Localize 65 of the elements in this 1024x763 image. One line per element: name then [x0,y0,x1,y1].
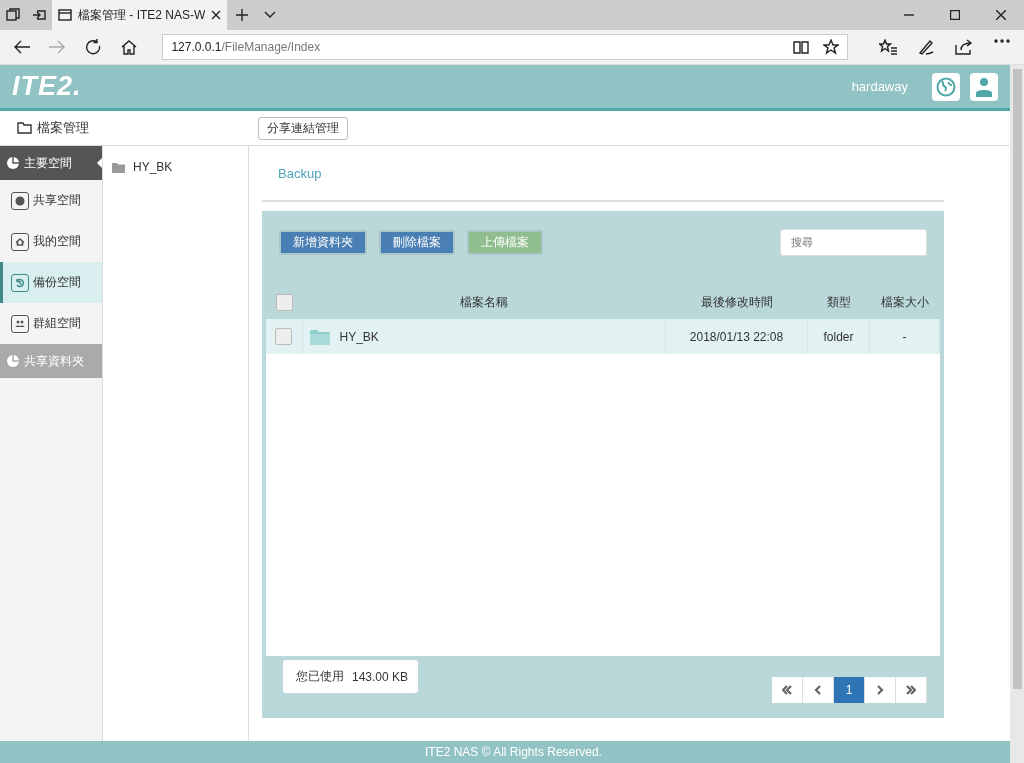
history-icon [11,273,29,292]
folder-icon [309,328,330,345]
maximize-icon[interactable] [950,10,960,20]
action-button[interactable]: 刪除檔案 [379,229,455,255]
plus-icon[interactable] [236,9,249,21]
footer-text: ITE2 NAS © All Rights Reserved. [425,745,602,759]
home-icon[interactable] [120,39,137,55]
sidebar-item[interactable]: 共享空間 [0,180,102,221]
pen-icon[interactable] [918,39,935,55]
first-page-button[interactable] [772,677,803,703]
browser-tab[interactable]: 檔案管理 - ITE2 NAS-W [52,0,228,30]
close-icon[interactable] [211,10,222,20]
usage-value: 143.00 KB [352,669,409,684]
pie-chart-icon [6,156,20,170]
table-row[interactable]: HY_BK 2018/01/13 22:08 folder - [266,319,940,354]
next-page-icon [875,685,885,695]
star-icon[interactable] [823,39,840,55]
column-header: 最後修改時間 [665,286,808,319]
page-title: 檔案管理 [37,119,89,137]
pie-chart-icon [6,354,20,368]
logo: ITE2. [12,71,82,102]
row-checkbox[interactable] [275,328,293,345]
tree-item[interactable]: HY_BK [103,160,248,174]
username: hardaway [851,79,908,94]
set-aside-tabs-icon[interactable] [32,8,46,22]
address-text: 127.0.0.1 [171,40,222,54]
sidebar-item[interactable]: 群組空間 [0,303,102,344]
back-icon[interactable] [12,40,31,54]
action-button[interactable]: 新增資料夾 [279,229,367,255]
address-path: /FileManage/Index [221,40,321,54]
home-icon [11,232,29,251]
section-label: 共享資料夾 [24,352,84,370]
sidebar-section[interactable]: 主要空間 [0,146,102,180]
favorites-icon[interactable] [879,39,898,55]
address-field[interactable]: 127.0.0.1/FileManage/Index [162,34,849,60]
folder-icon [17,122,33,134]
first-page-icon [782,685,792,695]
page-button[interactable]: 1 [834,677,865,703]
previous-page-icon [813,685,823,695]
language-button[interactable] [932,72,960,101]
folder-icon [112,161,125,173]
column-header: 檔案名稱 [302,286,666,319]
select-all-checkbox[interactable] [275,294,293,311]
share-links-button[interactable]: 分享連結管理 [258,116,348,140]
last-page-icon [906,685,916,695]
sidebar-item[interactable]: 我的空間 [0,221,102,262]
scrollbar[interactable] [1010,65,1024,763]
share-icon[interactable] [955,39,974,55]
file-name[interactable]: HY_BK [339,329,379,344]
tab-title: 檔案管理 - ITE2 NAS-W [78,6,206,24]
chevron-down-icon[interactable] [264,11,277,19]
tabs-icon[interactable] [6,8,20,22]
section-label: 主要空間 [24,154,72,172]
column-header: 檔案大小 [869,286,940,319]
column-header: 類型 [807,286,870,319]
reading-view-icon[interactable] [793,40,810,54]
close-icon[interactable] [996,10,1006,20]
user-icon [975,76,993,97]
search-field[interactable]: 搜尋 [780,228,927,256]
more-icon[interactable] [994,39,1011,43]
usage-label: 您已使用 [296,668,344,685]
page-icon [58,9,72,21]
refresh-icon[interactable] [85,39,101,55]
sidebar-item[interactable]: 備份空間 [0,262,102,303]
user-button[interactable] [970,72,998,101]
